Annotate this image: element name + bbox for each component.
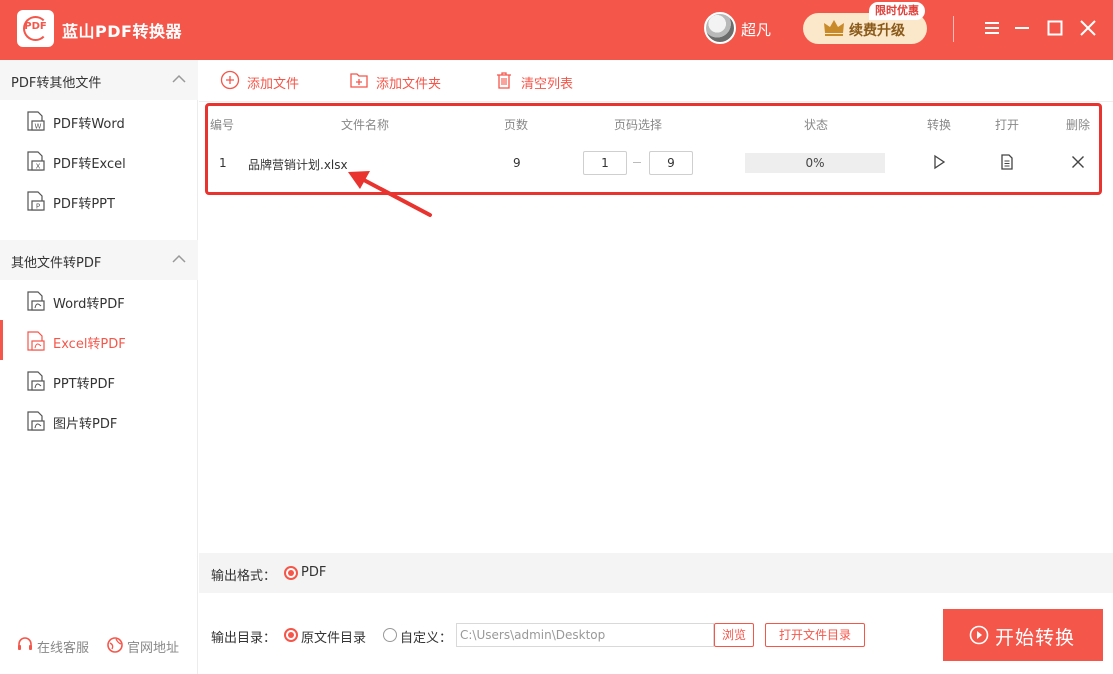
word-doc-icon: W xyxy=(27,111,45,131)
output-format-label: 输出格式： xyxy=(211,569,277,584)
page-to-input[interactable]: 9 xyxy=(649,151,693,175)
ppt-doc-icon: P xyxy=(27,191,45,211)
row-index: 1 xyxy=(219,156,227,170)
group-title: 其他文件转PDF xyxy=(11,256,102,271)
sidebar-item-label: PDF转PPT xyxy=(53,197,115,212)
status-text: 0% xyxy=(805,156,825,170)
plus-circle-icon xyxy=(220,70,240,90)
logo-text: PDF xyxy=(24,21,47,32)
upgrade-label: 续费升级 xyxy=(849,23,905,39)
sidebar-item-label: Word转PDF xyxy=(53,297,125,312)
sidebar-item-label: PPT转PDF xyxy=(53,377,115,392)
output-format-row: 输出格式： PDF xyxy=(199,553,1113,593)
group-title: PDF转其他文件 xyxy=(11,76,102,91)
excel-doc-icon: X xyxy=(27,151,45,171)
browse-button[interactable]: 浏览 xyxy=(714,623,754,647)
pdf-doc-icon xyxy=(27,291,45,311)
add-file-label: 添加文件 xyxy=(247,77,300,92)
delete-x-icon[interactable] xyxy=(1069,153,1087,171)
sidebar-item-pdf-to-word[interactable]: W PDF转Word xyxy=(0,100,198,140)
titlebar-divider xyxy=(953,16,954,42)
col-header-convert: 转换 xyxy=(927,118,952,132)
format-pdf-radio[interactable] xyxy=(284,566,298,580)
row-file-name: 品牌营销计划.xlsx xyxy=(248,158,348,172)
custom-dir-label: 自定义： xyxy=(400,631,453,646)
svg-text:X: X xyxy=(36,163,41,171)
add-folder-icon xyxy=(350,73,368,88)
output-dir-label: 输出目录： xyxy=(211,631,277,646)
sidebar-item-label: PDF转Word xyxy=(53,117,125,132)
promo-badge: 限时优惠 xyxy=(869,2,925,20)
start-convert-label: 开始转换 xyxy=(995,627,1076,649)
page-from-input[interactable]: 1 xyxy=(583,151,627,175)
custom-path-input[interactable]: C:\Users\admin\Desktop xyxy=(456,623,714,647)
online-service-label: 在线客服 xyxy=(37,641,90,656)
col-header-status: 状态 xyxy=(804,118,829,132)
play-icon[interactable] xyxy=(930,153,948,171)
sidebar-item-pdf-to-ppt[interactable]: P PDF转PPT xyxy=(0,180,198,220)
chevron-up-icon xyxy=(172,74,186,83)
sidebar-item-label: Excel转PDF xyxy=(53,337,126,352)
sidebar-item-ppt-to-pdf[interactable]: PPT转PDF xyxy=(0,360,198,400)
menu-icon[interactable] xyxy=(981,17,1003,39)
sidebar: PDF转其他文件 W PDF转Word X PDF转Excel P PDF转PP… xyxy=(0,60,198,674)
sidebar-group-pdf-to-other[interactable]: PDF转其他文件 xyxy=(0,60,198,100)
trash-icon xyxy=(497,72,511,89)
open-document-icon[interactable] xyxy=(998,153,1016,171)
col-header-delete: 删除 xyxy=(1066,118,1091,132)
svg-text:P: P xyxy=(36,203,40,211)
col-header-page-range: 页码选择 xyxy=(614,118,663,132)
range-dash xyxy=(633,162,641,163)
chevron-up-icon xyxy=(172,254,186,263)
annotation-arrow-icon xyxy=(348,171,432,217)
maximize-icon[interactable] xyxy=(1044,17,1066,39)
status-progress-bar: 0% xyxy=(745,153,885,173)
sidebar-item-label: 图片转PDF xyxy=(53,417,118,432)
globe-icon xyxy=(107,637,123,653)
start-convert-button[interactable]: 开始转换 xyxy=(943,609,1103,661)
crown-icon xyxy=(824,20,844,36)
avatar[interactable] xyxy=(704,12,736,44)
col-header-name: 文件名称 xyxy=(341,118,390,132)
custom-dir-radio[interactable] xyxy=(383,628,397,642)
pdf-doc-icon xyxy=(27,371,45,391)
row-pages: 9 xyxy=(513,156,521,170)
sidebar-item-excel-to-pdf[interactable]: Excel转PDF xyxy=(0,320,198,360)
svg-text:W: W xyxy=(35,123,42,131)
sidebar-item-word-to-pdf[interactable]: Word转PDF xyxy=(0,280,198,320)
col-header-index: 编号 xyxy=(210,118,235,132)
app-title: 蓝山PDF转换器 xyxy=(62,22,182,41)
original-dir-label: 原文件目录 xyxy=(301,631,367,646)
sidebar-group-other-to-pdf[interactable]: 其他文件转PDF xyxy=(0,240,198,280)
col-header-pages: 页数 xyxy=(504,118,529,132)
title-bar: PDF 蓝山PDF转换器 超凡 续费升级 限时优惠 xyxy=(0,0,1113,60)
sidebar-item-pdf-to-excel[interactable]: X PDF转Excel xyxy=(0,140,198,180)
username[interactable]: 超凡 xyxy=(741,19,771,40)
convert-icon xyxy=(969,625,989,645)
col-header-open: 打开 xyxy=(995,118,1020,132)
toolbar: 添加文件 添加文件夹 清空列表 xyxy=(199,60,1113,102)
app-logo: PDF xyxy=(17,10,54,47)
original-dir-radio[interactable] xyxy=(284,628,298,642)
headset-icon xyxy=(18,637,32,650)
clear-list-label: 清空列表 xyxy=(521,77,574,92)
format-pdf-label: PDF xyxy=(301,565,327,580)
open-folder-button[interactable]: 打开文件目录 xyxy=(765,623,865,647)
sidebar-item-image-to-pdf[interactable]: 图片转PDF xyxy=(0,400,198,440)
minimize-icon[interactable] xyxy=(1011,17,1033,39)
website-label: 官网地址 xyxy=(127,641,180,656)
sidebar-item-label: PDF转Excel xyxy=(53,157,126,172)
pdf-doc-icon xyxy=(27,331,45,351)
pdf-doc-icon xyxy=(27,411,45,431)
add-folder-label: 添加文件夹 xyxy=(376,77,442,92)
close-icon[interactable] xyxy=(1077,17,1099,39)
